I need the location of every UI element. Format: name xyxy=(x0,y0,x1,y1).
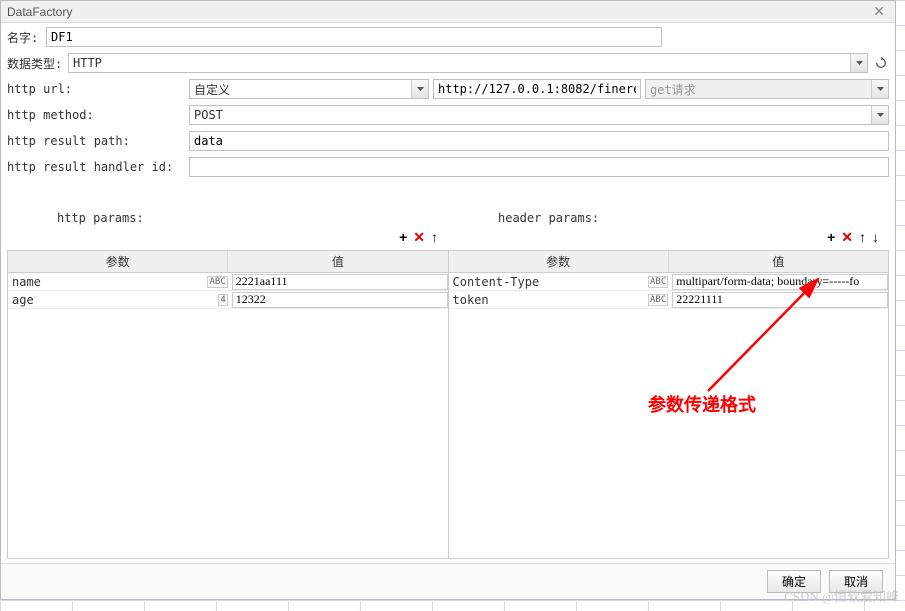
handlerid-input[interactable] xyxy=(189,157,889,177)
add-icon[interactable]: + xyxy=(399,229,407,246)
arrow-down-icon[interactable]: ↓ xyxy=(872,229,879,246)
header-params-title: header params: xyxy=(448,201,889,227)
param-key: token xyxy=(453,293,489,307)
annotation-text: 参数传递格式 xyxy=(648,391,756,417)
name-label: 名字: xyxy=(7,29,42,46)
httpmethod-value: POST xyxy=(194,108,223,122)
http-params-title: http params: xyxy=(7,201,448,227)
param-value-input[interactable] xyxy=(232,274,448,290)
param-key: name xyxy=(12,275,41,289)
type-badge: ABC xyxy=(207,276,227,288)
httpurl-placeholder: get请求 xyxy=(650,81,696,98)
table-row[interactable]: age 4 xyxy=(8,291,448,309)
arrow-up-icon[interactable]: ↑ xyxy=(431,229,438,246)
table-row[interactable]: token ABC xyxy=(449,291,889,309)
add-icon[interactable]: + xyxy=(827,229,835,246)
datatype-label: 数据类型: xyxy=(7,55,64,72)
param-value-input[interactable] xyxy=(672,292,888,308)
httpurl-label: http url: xyxy=(7,82,185,96)
http-params-toolbar: + ✕ ↑ xyxy=(7,227,448,250)
httpmethod-label: http method: xyxy=(7,108,185,122)
col-param-header: 参数 xyxy=(449,251,669,272)
httpurl-type-select[interactable]: 自定义 xyxy=(189,79,429,99)
watermark: CSDN @恒软爱知峰 xyxy=(784,586,899,605)
httpurl-extra-select[interactable]: get请求 xyxy=(645,79,889,99)
window-title: DataFactory xyxy=(7,5,72,19)
datatype-select[interactable]: HTTP xyxy=(68,53,868,73)
param-key: age xyxy=(12,293,34,307)
datatype-value: HTTP xyxy=(73,56,102,70)
close-icon[interactable]: ✕ xyxy=(869,3,889,20)
dialog-footer: 确定 取消 xyxy=(1,563,895,599)
handlerid-label: http result handler id: xyxy=(7,160,185,174)
resultpath-label: http result path: xyxy=(7,134,185,148)
param-key: Content-Type xyxy=(453,275,540,289)
col-value-header: 值 xyxy=(669,251,888,272)
refresh-icon[interactable] xyxy=(872,55,889,72)
type-badge: ABC xyxy=(648,276,668,288)
chevron-down-icon xyxy=(871,106,888,124)
dialog-window: DataFactory ✕ 名字: 数据类型: HTTP http url: 自… xyxy=(0,0,896,600)
param-value-input[interactable] xyxy=(672,274,888,290)
httpurl-type-value: 自定义 xyxy=(194,81,230,98)
resultpath-input[interactable] xyxy=(189,131,889,151)
delete-icon[interactable]: ✕ xyxy=(413,229,425,246)
httpmethod-select[interactable]: POST xyxy=(189,105,889,125)
col-value-header: 值 xyxy=(228,251,447,272)
chevron-down-icon xyxy=(850,54,867,72)
delete-icon[interactable]: ✕ xyxy=(841,229,853,246)
arrow-up-icon[interactable]: ↑ xyxy=(859,229,866,246)
httpurl-input[interactable] xyxy=(433,79,641,99)
type-badge: ABC xyxy=(648,294,668,306)
param-value-input[interactable] xyxy=(232,292,448,308)
table-row[interactable]: Content-Type ABC xyxy=(449,273,889,291)
chevron-down-icon xyxy=(411,80,428,98)
col-param-header: 参数 xyxy=(8,251,228,272)
chevron-down-icon xyxy=(871,80,888,98)
name-input[interactable] xyxy=(46,27,662,47)
type-badge: 4 xyxy=(218,294,227,306)
table-row[interactable]: name ABC xyxy=(8,273,448,291)
titlebar: DataFactory ✕ xyxy=(1,1,895,23)
header-params-toolbar: + ✕ ↑ ↓ xyxy=(448,227,889,250)
http-params-table: 参数 值 name ABC age 4 xyxy=(8,251,448,558)
